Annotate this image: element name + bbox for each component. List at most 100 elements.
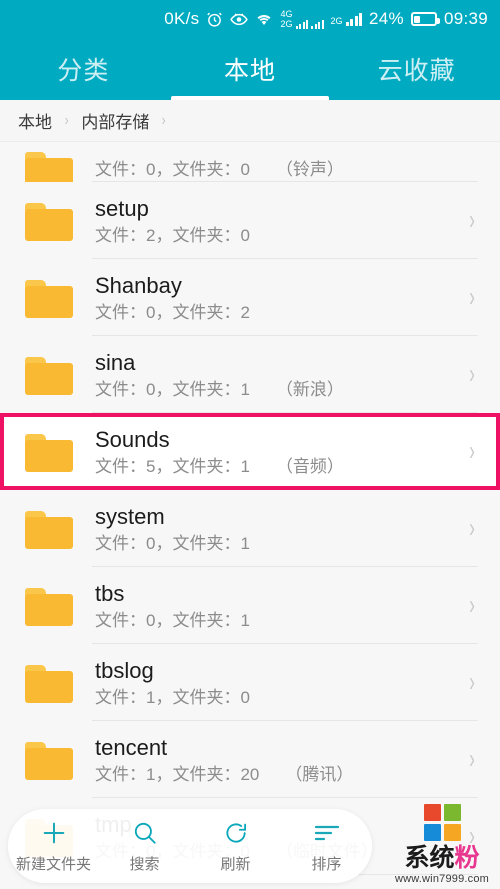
breadcrumb-item-local[interactable]: 本地: [18, 108, 52, 133]
meta-folders-prefix: ，文件夹：: [155, 687, 241, 707]
chevron-right-icon: ›: [469, 589, 475, 621]
list-item-tencent[interactable]: tencent 文件： 1 ，文件夹： 20 （腾讯） ›: [0, 721, 500, 798]
list-item-meta: 文件： 0 ，文件夹： 1: [95, 611, 468, 631]
search-icon: [132, 818, 158, 848]
meta-files-prefix: 文件：: [95, 456, 146, 476]
tab-cloud-favorites[interactable]: 云收藏: [333, 38, 500, 100]
list-item-setup[interactable]: setup 文件： 2 ，文件夹： 0 ›: [0, 182, 500, 259]
tab-categories[interactable]: 分类: [0, 38, 167, 100]
list-item-alias: （腾讯）: [285, 764, 354, 784]
meta-folders-count: 1: [240, 379, 250, 399]
list-item-name: Sounds: [95, 426, 170, 452]
meta-folders-prefix: ，文件夹：: [155, 764, 241, 784]
list-item-meta: 文件： 0 ，文件夹： 0 （铃声）: [95, 160, 476, 180]
windows-logo-icon: [423, 804, 461, 841]
meta-files-prefix: 文件：: [95, 225, 146, 245]
list-item-text: Shanbay 文件： 0 ，文件夹： 2: [95, 273, 468, 323]
folder-icon: [25, 432, 73, 472]
sort-button[interactable]: 排序: [281, 818, 372, 874]
meta-folders-count: 20: [240, 764, 260, 784]
meta-folders-count: 1: [240, 610, 250, 630]
list-item-meta: 文件： 0 ，文件夹： 1: [95, 534, 468, 554]
refresh-button[interactable]: 刷新: [190, 818, 281, 874]
list-item-name: sina: [95, 349, 136, 375]
bottom-toolbar: 新建文件夹 搜索 刷新 排序: [8, 809, 372, 883]
eye-care-icon: [230, 12, 249, 27]
tab-bar: 分类 本地 云收藏: [0, 38, 500, 100]
watermark-url: www.win7999.com: [394, 873, 490, 885]
list-item-text: system 文件： 0 ，文件夹： 1: [95, 504, 468, 554]
chevron-right-icon: ›: [469, 435, 475, 467]
meta-folders-prefix: ，文件夹：: [155, 610, 241, 630]
list-item-alias: （音频）: [275, 456, 344, 476]
sim1-network-label-2: 2G: [280, 18, 293, 29]
refresh-label: 刷新: [220, 856, 251, 873]
meta-files-prefix: 文件：: [95, 610, 146, 630]
meta-folders-prefix: ，文件夹：: [155, 302, 241, 322]
sim1-network-label: 4G: [280, 8, 293, 19]
tab-local[interactable]: 本地: [167, 38, 334, 100]
list-item-shanbay[interactable]: Shanbay 文件： 0 ，文件夹： 2 ›: [0, 259, 500, 336]
meta-files-prefix: 文件：: [95, 379, 146, 399]
chevron-right-icon: ›: [64, 111, 69, 129]
list-item-system[interactable]: system 文件： 0 ，文件夹： 1 ›: [0, 490, 500, 567]
list-item-meta: 文件： 1 ，文件夹： 20 （腾讯）: [95, 765, 468, 785]
list-item-meta: 文件： 0 ，文件夹： 2: [95, 303, 468, 323]
file-manager-screen: 0K/s 4G 2G 2G 24% 09:39 分类 本地 云收藏 本地 › 内…: [0, 0, 500, 889]
list-item-sina[interactable]: sina 文件： 0 ，文件夹： 1 （新浪） ›: [0, 336, 500, 413]
folder-icon: [25, 509, 73, 549]
meta-files-prefix: 文件：: [95, 160, 146, 179]
meta-folders-count: 1: [240, 456, 250, 476]
list-item-text: tencent 文件： 1 ，文件夹： 20 （腾讯）: [95, 735, 468, 785]
watermark-brand-pink: 粉: [454, 844, 480, 872]
list-item-name: Shanbay: [95, 272, 182, 298]
list-item-name: tencent: [95, 734, 168, 760]
alarm-clock-icon: [206, 11, 223, 28]
folder-icon: [25, 278, 73, 318]
meta-files-prefix: 文件：: [95, 302, 146, 322]
meta-files-prefix: 文件：: [95, 687, 146, 707]
list-item-meta: 文件： 5 ，文件夹： 1 （音频）: [95, 457, 468, 477]
clock-text: 09:39: [443, 9, 488, 28]
tab-categories-label: 分类: [57, 57, 110, 85]
sim2-network-label: 2G: [330, 16, 343, 26]
meta-folders-count: 1: [240, 533, 250, 553]
breadcrumb-item-internal-storage[interactable]: 内部存储: [81, 108, 149, 133]
search-button[interactable]: 搜索: [99, 818, 190, 874]
sim1-signal-icon: 4G 2G: [280, 8, 324, 29]
list-item[interactable]: 文件： 0 ，文件夹： 0 （铃声）: [0, 142, 500, 190]
sort-icon: [313, 818, 341, 848]
meta-folders-prefix: ，文件夹：: [155, 160, 241, 179]
plus-icon: [40, 818, 68, 848]
meta-files-prefix: 文件：: [95, 764, 146, 784]
meta-folders-count: 0: [240, 225, 250, 245]
new-folder-button[interactable]: 新建文件夹: [8, 818, 99, 874]
list-item-name: setup: [95, 195, 149, 221]
status-bar: 0K/s 4G 2G 2G 24% 09:39: [0, 0, 500, 38]
refresh-icon: [223, 818, 249, 848]
meta-files-count: 0: [146, 610, 156, 630]
new-folder-label: 新建文件夹: [15, 856, 91, 873]
sort-label: 排序: [311, 856, 342, 873]
list-item-tbslog[interactable]: tbslog 文件： 1 ，文件夹： 0 ›: [0, 644, 500, 721]
chevron-right-icon: ›: [469, 204, 475, 236]
list-item-text: tbslog 文件： 1 ，文件夹： 0: [95, 658, 468, 708]
chevron-right-icon: ›: [469, 281, 475, 313]
meta-folders-prefix: ，文件夹：: [155, 379, 241, 399]
meta-files-count: 0: [146, 302, 156, 322]
meta-files-prefix: 文件：: [95, 533, 146, 553]
folder-icon: [25, 663, 73, 703]
chevron-right-icon: ›: [469, 512, 475, 544]
list-item-sounds[interactable]: Sounds 文件： 5 ，文件夹： 1 （音频） ›: [0, 413, 500, 490]
breadcrumb: 本地 › 内部存储 ›: [0, 100, 500, 142]
watermark-brand: 系统粉: [404, 845, 479, 872]
list-item-text: 文件： 0 ，文件夹： 0 （铃声）: [95, 160, 476, 180]
list-item-tbs[interactable]: tbs 文件： 0 ，文件夹： 1 ›: [0, 567, 500, 644]
folder-list[interactable]: 文件：0，文件夹：0 （铃声） setup 文件：2，文件夹：0 ›: [0, 142, 500, 889]
meta-files-count: 2: [146, 225, 156, 245]
tab-active-indicator: [170, 96, 330, 100]
watermark: 系统粉 www.win7999.com: [390, 804, 494, 885]
battery-icon: [410, 12, 440, 26]
folder-icon: [25, 355, 73, 395]
meta-files-count: 5: [146, 456, 156, 476]
